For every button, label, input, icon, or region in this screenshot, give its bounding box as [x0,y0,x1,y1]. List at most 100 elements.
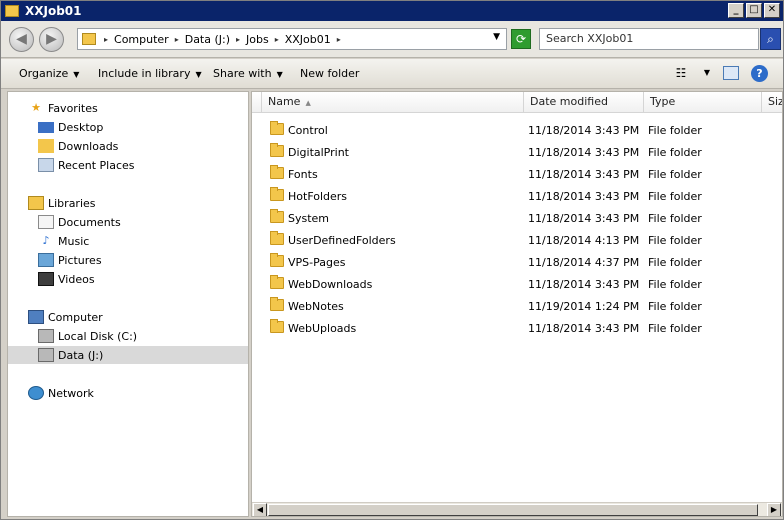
file-date-modified: 11/18/2014 3:43 PM [528,145,640,159]
file-type: File folder [648,321,702,335]
file-date-modified: 11/18/2014 3:43 PM [528,189,640,203]
preview-pane-icon[interactable] [723,66,739,80]
file-row[interactable]: HotFolders 11/18/2014 3:43 PM File folder [252,185,782,207]
folder-icon [270,319,284,333]
network-icon [28,386,44,400]
nav-favorites[interactable]: ★ Favorites [28,99,98,117]
file-type: File folder [648,189,702,203]
column-header-size[interactable]: Size [762,92,782,113]
sort-ascending-icon: ▲ [305,99,311,107]
include-in-library-menu[interactable]: Include in library ▼ [98,67,202,80]
window-title: XXJob01 [25,4,82,18]
column-header-date-modified[interactable]: Date modified [524,92,644,113]
organize-label: Organize [19,67,69,80]
file-date-modified: 11/18/2014 3:43 PM [528,123,640,137]
breadcrumb-data-j[interactable]: Data (J:) [185,33,230,46]
nav-network[interactable]: Network [28,384,94,402]
nav-desktop[interactable]: Desktop [38,118,103,136]
scroll-left-icon[interactable]: ◀ [253,503,267,516]
search-input[interactable]: Search XXJob01 [539,28,759,50]
file-row[interactable]: WebUploads 11/18/2014 3:43 PM File folder [252,317,782,339]
folder-icon [270,275,284,289]
title-bar[interactable]: XXJob01 _ □ ✕ [1,1,783,21]
share-with-menu[interactable]: Share with ▼ [213,67,283,80]
breadcrumb-jobs[interactable]: Jobs [246,33,269,46]
file-row[interactable]: WebDownloads 11/18/2014 3:43 PM File folde… [252,273,782,295]
column-header-name[interactable]: Name ▲ [262,92,524,113]
breadcrumb-arrow-icon[interactable]: ▸ [104,35,108,44]
include-in-library-label: Include in library [98,67,191,80]
nav-label: Data (J:) [58,348,104,362]
file-row[interactable]: Fonts 11/18/2014 3:43 PM File folder [252,163,782,185]
folder-icon [270,187,284,201]
nav-pictures[interactable]: Pictures [38,251,102,269]
nav-videos[interactable]: Videos [38,270,95,288]
address-bar-area: ◀ ▶ ▸ Computer ▸ Data (J:) ▸ Jobs ▸ XXJo… [1,21,783,58]
libraries-icon [28,196,44,210]
nav-recent-places[interactable]: Recent Places [38,156,135,174]
nav-computer[interactable]: Computer [28,308,103,326]
nav-label: Recent Places [58,158,135,172]
window-controls: _ □ ✕ [728,3,780,18]
file-name: WebNotes [288,299,344,313]
folder-icon [270,165,284,179]
column-header-type[interactable]: Type [644,92,762,113]
file-name: System [288,211,330,225]
breadcrumb-arrow-icon[interactable]: ▸ [236,35,240,44]
file-row[interactable]: DigitalPrint 11/18/2014 3:43 PM File folde… [252,141,782,163]
breadcrumb-computer[interactable]: Computer [114,33,169,46]
file-row[interactable]: UserDefinedFolders 11/18/2014 4:13 PM File… [252,229,782,251]
nav-label: Videos [58,272,95,286]
nav-data-j[interactable]: Data (J:) [8,346,248,364]
breadcrumb-arrow-icon[interactable]: ▸ [275,35,279,44]
file-row[interactable]: WebNotes 11/19/2014 1:24 PM File folder [252,295,782,317]
file-row[interactable]: Control 11/18/2014 3:43 PM File folder [252,119,782,141]
navigation-pane: ★ Favorites Desktop Downloads Recent Plac… [7,91,249,517]
star-icon: ★ [31,101,41,114]
forward-button[interactable]: ▶ [39,27,64,52]
close-button[interactable]: ✕ [764,3,780,18]
help-icon[interactable]: ? [751,65,768,82]
file-row[interactable]: VPS-Pages 11/18/2014 4:37 PM File folder [252,251,782,273]
computer-icon [28,310,44,324]
pictures-icon [38,253,54,267]
folder-icon [270,209,284,223]
search-icon[interactable]: ⌕ [760,28,781,50]
documents-icon [38,215,54,229]
file-name: DigitalPrint [288,145,349,159]
videos-icon [38,272,54,286]
file-row[interactable]: System 11/18/2014 3:43 PM File folder [252,207,782,229]
folder-icon [270,231,284,245]
nav-libraries[interactable]: Libraries [28,194,96,212]
nav-downloads[interactable]: Downloads [38,137,118,155]
address-box[interactable]: ▸ Computer ▸ Data (J:) ▸ Jobs ▸ XXJob01 … [77,28,507,50]
file-list-pane: Name ▲ Date modified Type Size Control 11/… [251,91,783,517]
nav-music[interactable]: ♪ Music [38,232,89,250]
horizontal-scrollbar[interactable]: ◀ ▶ [252,502,782,516]
breadcrumb-arrow-icon[interactable]: ▸ [337,35,341,44]
scroll-thumb[interactable] [268,504,758,516]
scroll-right-icon[interactable]: ▶ [767,503,781,516]
new-folder-button[interactable]: New folder [300,67,359,80]
folder-icon [82,33,96,45]
minimize-button[interactable]: _ [728,3,744,18]
nav-local-disk-c[interactable]: Local Disk (C:) [38,327,137,345]
file-name: WebDownloads [288,277,373,291]
file-name: VPS-Pages [288,255,346,269]
file-type: File folder [648,145,702,159]
file-type: File folder [648,211,702,225]
file-type: File folder [648,233,702,247]
change-view-icon[interactable]: ☷ [673,66,689,80]
organize-menu[interactable]: Organize ▼ [19,67,79,80]
address-dropdown-icon[interactable]: ▼ [493,32,500,42]
file-date-modified: 11/18/2014 4:37 PM [528,255,640,269]
command-bar: Organize ▼ Include in library ▼ Share with… [1,59,783,89]
refresh-button[interactable]: ⟳ [511,29,531,49]
nav-documents[interactable]: Documents [38,213,121,231]
maximize-button[interactable]: □ [746,3,762,18]
back-button[interactable]: ◀ [9,27,34,52]
file-date-modified: 11/18/2014 3:43 PM [528,321,640,335]
view-options-dropdown-icon[interactable]: ▼ [699,66,715,80]
breadcrumb-arrow-icon[interactable]: ▸ [175,35,179,44]
breadcrumb-xxjob01[interactable]: XXJob01 [285,33,331,46]
